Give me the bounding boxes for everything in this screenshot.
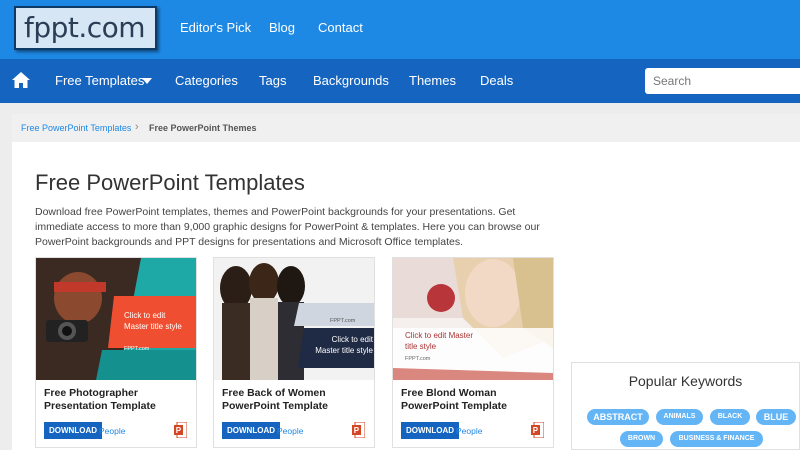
top-link-editors-pick[interactable]: Editor's Pick	[180, 20, 251, 35]
category-link[interactable]: People	[99, 426, 125, 436]
keyword-tag-abstract[interactable]: ABSTRACT	[587, 409, 649, 425]
thumbnail-caption: Click to edit Master title style	[124, 311, 182, 331]
nav-backgrounds[interactable]: Backgrounds	[313, 73, 389, 88]
template-thumbnail[interactable]: Click to edit Master title style FPPT.co…	[393, 258, 553, 380]
template-thumbnail[interactable]: Click to edit Master title style FPPT.co…	[36, 258, 196, 380]
logo-text: fppt.com	[24, 11, 146, 44]
keyword-tag-brown[interactable]: BROWN	[620, 431, 663, 447]
thumbnail-brand: FPPT.com	[405, 356, 431, 362]
breadcrumb-separator: ›	[135, 121, 139, 133]
card-title[interactable]: Free Photographer Presentation Template	[44, 387, 192, 413]
card-title[interactable]: Free Back of Women PowerPoint Template	[222, 387, 370, 413]
top-link-contact[interactable]: Contact	[318, 20, 363, 35]
svg-text:P: P	[176, 426, 182, 435]
chevron-down-icon[interactable]	[142, 78, 152, 84]
keyword-tag-black[interactable]: BLACK	[710, 409, 750, 425]
keyword-tag-animals[interactable]: ANIMALS	[656, 409, 703, 425]
card-title[interactable]: Free Blond Woman PowerPoint Template	[401, 387, 549, 413]
powerpoint-icon: P	[174, 422, 187, 438]
breadcrumb-link[interactable]: Free PowerPoint Templates	[21, 123, 131, 133]
thumbnail-brand: FPPT.com	[124, 346, 150, 352]
download-button[interactable]: DOWNLOAD	[44, 422, 102, 439]
powerpoint-icon: P	[352, 422, 365, 438]
nav-categories[interactable]: Categories	[175, 73, 238, 88]
category-link[interactable]: People	[277, 426, 303, 436]
home-icon[interactable]	[11, 71, 31, 89]
breadcrumb-current: Free PowerPoint Themes	[149, 123, 257, 133]
thumbnail-caption: Click to edit Master title style	[405, 331, 474, 351]
powerpoint-icon: P	[531, 422, 544, 438]
top-link-blog[interactable]: Blog	[269, 20, 295, 35]
page-title: Free PowerPoint Templates	[35, 170, 305, 195]
template-card[interactable]: Click to edit Master title style FPPT.co…	[392, 257, 554, 448]
site-logo[interactable]: fppt.com	[14, 6, 157, 50]
intro-text: Download free PowerPoint templates, them…	[35, 206, 540, 248]
search-input[interactable]	[645, 68, 800, 94]
popular-keywords-title: Popular Keywords	[628, 373, 743, 389]
nav-deals[interactable]: Deals	[480, 73, 513, 88]
download-button[interactable]: DOWNLOAD	[401, 422, 459, 439]
nav-free-templates[interactable]: Free Templates	[55, 73, 144, 88]
template-card[interactable]: FPPT.com Click to edit Master title styl…	[213, 257, 375, 448]
template-card[interactable]: Click to edit Master title style FPPT.co…	[35, 257, 197, 448]
thumbnail-brand: FPPT.com	[330, 318, 356, 324]
nav-tags[interactable]: Tags	[259, 73, 286, 88]
download-button[interactable]: DOWNLOAD	[222, 422, 280, 439]
thumbnail-caption: Click to edit Master title style	[315, 335, 373, 355]
svg-text:P: P	[533, 426, 539, 435]
keyword-tag-business-finance[interactable]: BUSINESS & FINANCE	[670, 431, 763, 447]
template-thumbnail[interactable]: FPPT.com Click to edit Master title styl…	[214, 258, 374, 380]
category-link[interactable]: People	[456, 426, 482, 436]
keyword-tag-blue[interactable]: BLUE	[756, 409, 796, 425]
svg-text:P: P	[354, 426, 360, 435]
nav-themes[interactable]: Themes	[409, 73, 456, 88]
